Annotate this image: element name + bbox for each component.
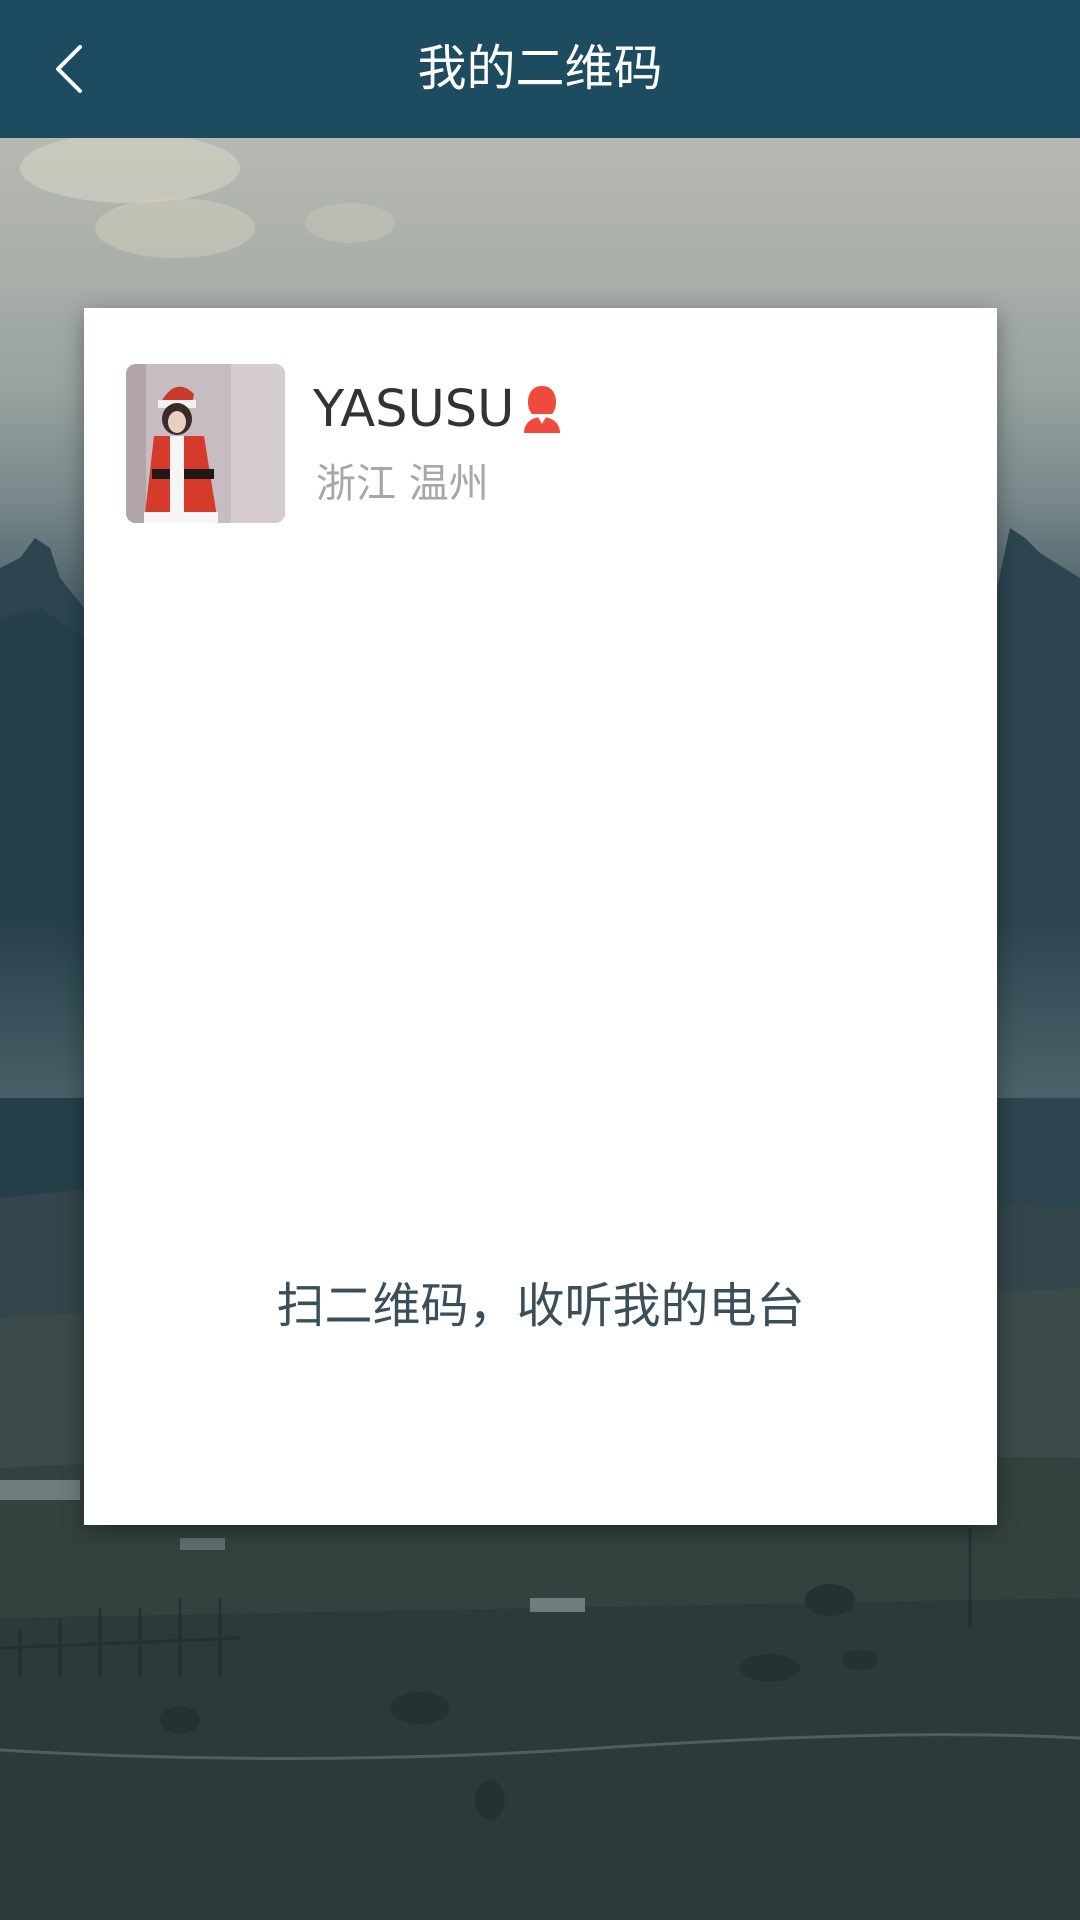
- user-location: 浙江 温州: [316, 461, 489, 507]
- page-title: 我的二维码: [417, 40, 663, 97]
- scan-hint-text: 扫二维码，收听我的电台: [276, 1278, 805, 1334]
- qr-card: YASUSU 浙江 温州 扫二维码，收听我的电台: [84, 308, 997, 1525]
- back-button[interactable]: [30, 29, 110, 109]
- top-bar: 我的二维码: [0, 0, 1080, 138]
- qr-code-image: [204, 578, 877, 1218]
- qr-code-screen: 我的二维码 YASUSU 浙江 温州 扫二维码，收听我的电台: [0, 0, 1080, 1920]
- female-user-icon: [524, 386, 560, 433]
- chevron-left-icon: [56, 45, 82, 93]
- avatar[interactable]: [126, 364, 285, 523]
- user-name: YASUSU: [313, 380, 515, 439]
